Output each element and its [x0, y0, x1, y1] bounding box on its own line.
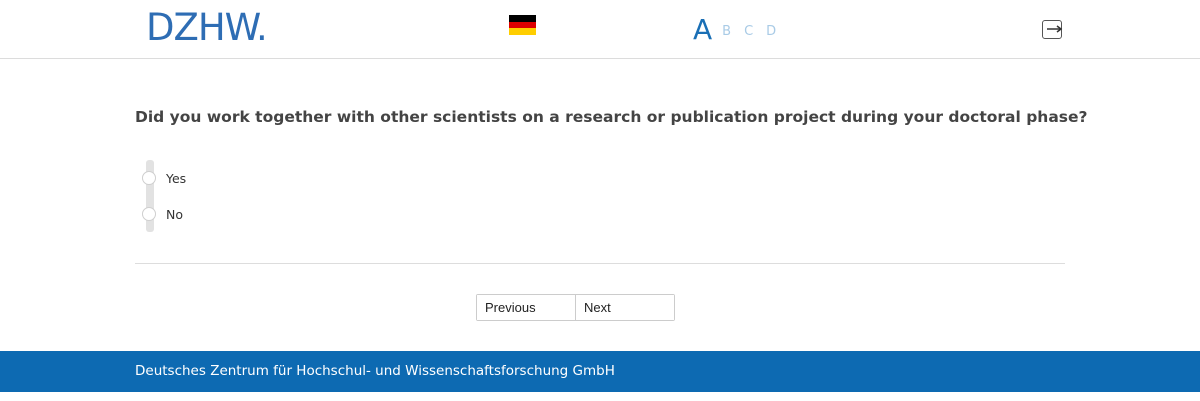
dzhw-logo: DZHW. [146, 6, 268, 49]
answer-options: Yes No [142, 160, 342, 232]
step-b[interactable]: B [722, 22, 731, 42]
footer: Deutsches Zentrum für Hochschul- und Wis… [0, 351, 1200, 392]
flag-stripe-red [509, 21, 536, 29]
option-yes-label: Yes [166, 170, 187, 186]
option-no-label: No [166, 206, 183, 222]
flag-stripe-gold [509, 28, 536, 36]
flag-stripe-black [509, 15, 536, 22]
next-button[interactable]: Next [575, 295, 674, 320]
option-yes[interactable]: Yes [142, 170, 186, 186]
step-a[interactable]: A [693, 14, 712, 46]
previous-button[interactable]: Previous [477, 295, 575, 320]
radio-no[interactable] [142, 207, 156, 221]
survey-page: DZHW. A B C D Did you work together with… [0, 0, 1200, 401]
step-c[interactable]: C [744, 22, 753, 42]
logo-text: DZHW [146, 6, 257, 49]
language-flag-germany-icon[interactable] [509, 15, 536, 36]
logout-icon[interactable] [1042, 20, 1063, 39]
font-size-steps: A B C D [693, 10, 789, 46]
radio-yes[interactable] [142, 171, 156, 185]
navigation-buttons: Previous Next [476, 294, 675, 321]
footer-text: Deutsches Zentrum für Hochschul- und Wis… [135, 363, 615, 379]
question-text: Did you work together with other scienti… [135, 108, 1088, 126]
step-d[interactable]: D [766, 22, 776, 42]
divider [135, 263, 1065, 264]
option-no[interactable]: No [142, 206, 183, 222]
header: DZHW. A B C D [0, 0, 1200, 59]
logout-arrow-icon [1047, 25, 1063, 33]
logo-dot: . [256, 6, 268, 49]
